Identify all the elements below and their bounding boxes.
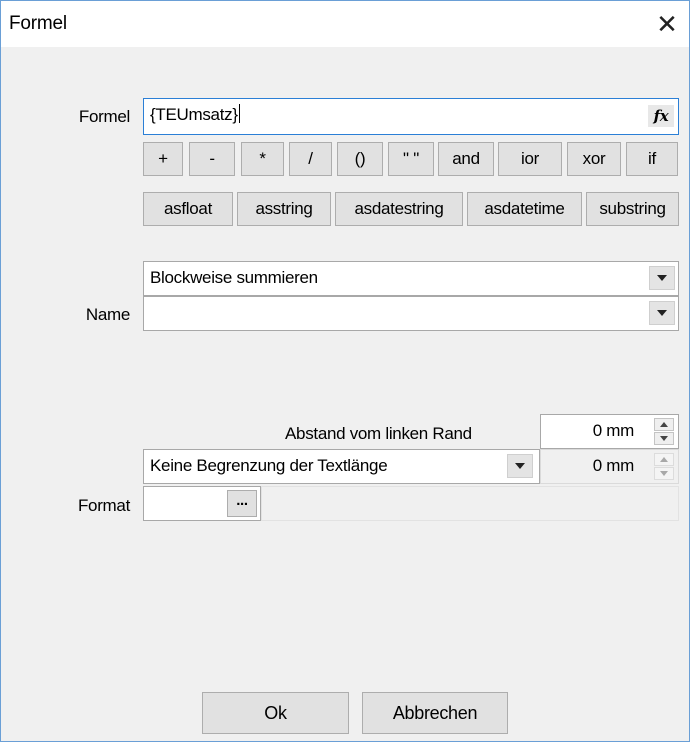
function-asstring-button[interactable]: asstring [237, 192, 331, 226]
operator-divide-button[interactable]: / [289, 142, 332, 176]
operator-if-button[interactable]: if [626, 142, 678, 176]
formula-dialog: Formel ✕ Formel {TEUmsatz} fx + - * / ()… [0, 0, 690, 742]
spin-down-icon [654, 467, 674, 480]
text-length-value: 0 mm [592, 456, 635, 475]
formula-editor-fx-icon[interactable]: fx [648, 105, 674, 127]
text-length-spinner: 0 mm [540, 449, 679, 484]
operator-multiply-button[interactable]: * [241, 142, 284, 176]
window-title: Formel [9, 13, 67, 34]
operator-ior-button[interactable]: ior [498, 142, 562, 176]
close-button[interactable]: ✕ [647, 7, 687, 41]
title-bar: Formel ✕ [1, 1, 689, 47]
formula-label: Formel [78, 107, 130, 126]
operator-parentheses-button[interactable]: () [337, 142, 383, 176]
operator-xor-button[interactable]: xor [567, 142, 621, 176]
margin-spinner[interactable]: 0 mm [540, 414, 679, 449]
function-substring-button[interactable]: substring [586, 192, 679, 226]
spin-up-icon [654, 453, 674, 466]
text-length-select[interactable]: Keine Begrenzung der Textlänge [143, 449, 540, 484]
function-asdatetime-button[interactable]: asdatetime [467, 192, 582, 226]
operator-minus-button[interactable]: - [189, 142, 235, 176]
format-label: Format [77, 496, 130, 515]
margin-label: Abstand vom linken Rand [285, 424, 472, 443]
name-select[interactable] [143, 296, 679, 331]
operator-plus-button[interactable]: + [143, 142, 183, 176]
text-caret [238, 104, 240, 123]
chevron-down-icon[interactable] [649, 301, 675, 325]
aggregate-select[interactable]: Blockweise summieren [143, 261, 679, 296]
chevron-down-icon[interactable] [507, 454, 533, 478]
function-asfloat-button[interactable]: asfloat [143, 192, 233, 226]
spin-down-icon[interactable] [654, 432, 674, 445]
function-asdatestring-button[interactable]: asdatestring [335, 192, 463, 226]
formula-input-value: {TEUmsatz} [150, 105, 238, 124]
ok-button[interactable]: Ok [202, 692, 349, 734]
cancel-button[interactable]: Abbrechen [362, 692, 508, 734]
operator-and-button[interactable]: and [438, 142, 494, 176]
chevron-down-icon[interactable] [649, 266, 675, 290]
aggregate-select-value: Blockweise summieren [150, 268, 318, 287]
formula-input[interactable]: {TEUmsatz} fx [143, 98, 679, 135]
format-input[interactable]: ... [143, 486, 261, 521]
margin-value: 0 mm [592, 421, 635, 440]
format-browse-button[interactable]: ... [227, 490, 257, 517]
format-preview [261, 486, 679, 521]
name-label: Name [85, 305, 130, 324]
operator-quotes-button[interactable]: " " [388, 142, 434, 176]
spin-up-icon[interactable] [654, 418, 674, 431]
text-length-select-value: Keine Begrenzung der Textlänge [150, 456, 388, 475]
